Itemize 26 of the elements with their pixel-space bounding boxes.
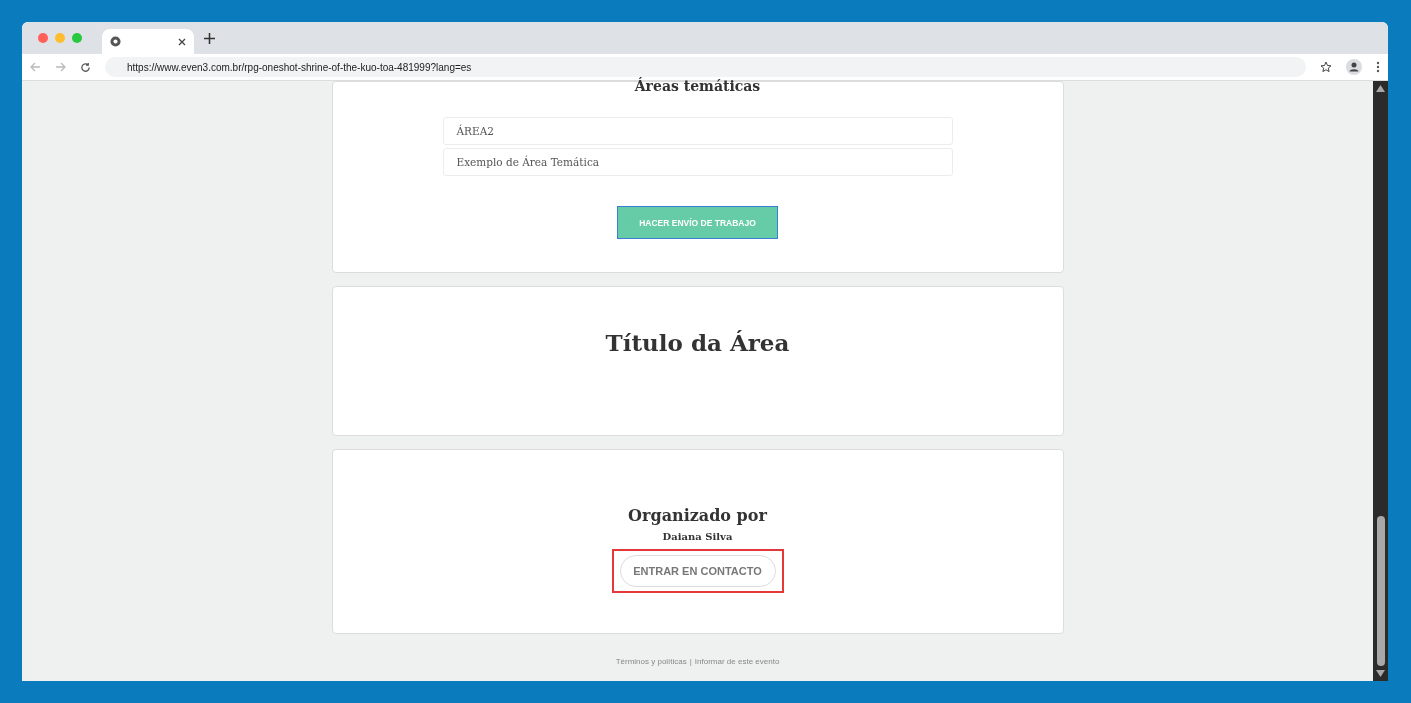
scroll-down-icon[interactable]	[1376, 670, 1385, 677]
footer-link[interactable]: Informar de este evento	[694, 657, 780, 666]
footer-separator: |	[689, 657, 692, 666]
footer-link[interactable]: Términos y políticas	[615, 657, 687, 666]
new-tab-icon[interactable]	[204, 32, 215, 44]
maximize-window-dot[interactable]	[72, 33, 82, 43]
scroll-up-icon[interactable]	[1376, 85, 1385, 92]
section-title: Áreas temáticas	[634, 78, 761, 94]
contact-button[interactable]: ENTRAR EN CONTACTO	[619, 555, 776, 587]
close-window-dot[interactable]	[38, 33, 48, 43]
scrollbar-thumb[interactable]	[1376, 516, 1385, 666]
address-bar[interactable]: https://www.even3.com.br/rpg-oneshot-shrine-of-the-kuo-toa-481999?lang=es	[105, 57, 1306, 77]
browser-tab[interactable]	[102, 29, 194, 54]
chrome-icon	[110, 36, 121, 47]
scrollbar[interactable]	[1373, 81, 1388, 681]
reload-icon[interactable]	[80, 61, 91, 73]
area-item[interactable]: Exemplo de Área Temática	[442, 148, 953, 176]
organizer-title: Organizado por	[628, 506, 767, 525]
area-item[interactable]: ÁREA2	[442, 117, 953, 145]
minimize-window-dot[interactable]	[55, 33, 65, 43]
area-title: Título da Área	[605, 329, 790, 356]
menu-icon[interactable]	[1376, 61, 1380, 73]
organizer-name: Daiana Silva	[662, 531, 733, 542]
close-icon[interactable]	[178, 37, 186, 46]
profile-icon[interactable]	[1346, 59, 1362, 75]
star-icon[interactable]	[1320, 61, 1332, 73]
